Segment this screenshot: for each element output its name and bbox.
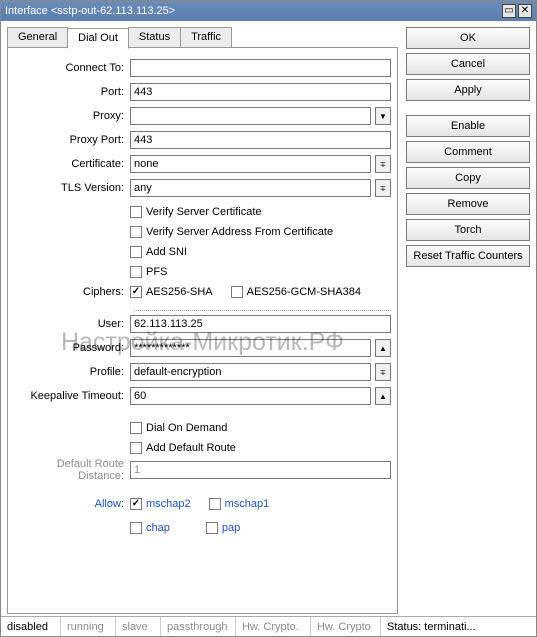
allow-mschap2-checkbox[interactable] bbox=[130, 498, 142, 510]
status-hwcrypto1: Hw. Crypto. bbox=[236, 617, 311, 636]
keepalive-input[interactable] bbox=[130, 387, 371, 405]
proxy-dropdown-icon[interactable]: ▼ bbox=[375, 107, 391, 125]
pfs-checkbox[interactable] bbox=[130, 266, 142, 278]
status-running: running bbox=[61, 617, 116, 636]
add-sni-checkbox[interactable] bbox=[130, 246, 142, 258]
label-user: User: bbox=[14, 318, 130, 330]
add-default-route-checkbox[interactable] bbox=[130, 442, 142, 454]
verify-server-cert-checkbox[interactable] bbox=[130, 206, 142, 218]
window-title: Interface <sstp-out-62.113.113.25> bbox=[5, 5, 500, 17]
tabs: General Dial Out Status Traffic bbox=[7, 27, 398, 48]
status-slave: slave bbox=[116, 617, 161, 636]
label-default-route-distance: Default Route Distance: bbox=[14, 458, 130, 482]
label-certificate: Certificate: bbox=[14, 158, 130, 170]
label-proxy: Proxy: bbox=[14, 110, 130, 122]
status-disabled: disabled bbox=[1, 617, 61, 636]
enable-button[interactable]: Enable bbox=[406, 115, 530, 137]
tab-traffic[interactable]: Traffic bbox=[180, 27, 232, 48]
profile-dropdown-icon[interactable]: ∓ bbox=[375, 363, 391, 381]
proxy-port-input[interactable] bbox=[130, 131, 391, 149]
label-port: Port: bbox=[14, 86, 130, 98]
cipher-aes256-gcm-checkbox[interactable] bbox=[231, 286, 243, 298]
comment-button[interactable]: Comment bbox=[406, 141, 530, 163]
minimize-button[interactable]: ▭ bbox=[502, 4, 516, 18]
proxy-input[interactable] bbox=[130, 107, 371, 125]
tab-dial-out[interactable]: Dial Out bbox=[67, 28, 129, 49]
copy-button[interactable]: Copy bbox=[406, 167, 530, 189]
label-proxy-port: Proxy Port: bbox=[14, 134, 130, 146]
statusbar: disabled running slave passthrough Hw. C… bbox=[1, 616, 536, 636]
label-password: Password: bbox=[14, 342, 130, 354]
allow-mschap1-label: mschap1 bbox=[225, 498, 270, 510]
label-profile: Profile: bbox=[14, 366, 130, 378]
allow-pap-label: pap bbox=[222, 522, 240, 534]
main-area: General Dial Out Status Traffic Настройк… bbox=[1, 21, 536, 616]
verify-server-addr-checkbox[interactable] bbox=[130, 226, 142, 238]
default-route-distance-input[interactable] bbox=[130, 461, 391, 479]
cancel-button[interactable]: Cancel bbox=[406, 53, 530, 75]
torch-button[interactable]: Torch bbox=[406, 219, 530, 241]
allow-chap-label: chap bbox=[146, 522, 170, 534]
left-panel: General Dial Out Status Traffic Настройк… bbox=[7, 27, 398, 614]
ok-button[interactable]: OK bbox=[406, 27, 530, 49]
certificate-dropdown-icon[interactable]: ∓ bbox=[375, 155, 391, 173]
right-buttons: OK Cancel Apply Enable Comment Copy Remo… bbox=[406, 27, 530, 614]
status-right: Status: terminati... bbox=[381, 617, 536, 636]
status-hwcrypto2: Hw. Crypto bbox=[311, 617, 381, 636]
apply-button[interactable]: Apply bbox=[406, 79, 530, 101]
verify-server-addr-label: Verify Server Address From Certificate bbox=[146, 226, 333, 238]
close-button[interactable]: ✕ bbox=[518, 4, 532, 18]
status-passthrough: passthrough bbox=[161, 617, 236, 636]
tab-page: Настройка-Микротик.РФ Connect To: Port: … bbox=[7, 47, 398, 614]
dial-on-demand-checkbox[interactable] bbox=[130, 422, 142, 434]
reset-traffic-button[interactable]: Reset Traffic Counters bbox=[406, 245, 530, 267]
allow-chap-checkbox[interactable] bbox=[130, 522, 142, 534]
tab-status[interactable]: Status bbox=[128, 27, 181, 48]
password-input[interactable] bbox=[130, 339, 371, 357]
certificate-combo[interactable]: none bbox=[130, 155, 371, 173]
label-connect-to: Connect To: bbox=[14, 62, 130, 74]
keepalive-collapse-icon[interactable]: ▲ bbox=[375, 387, 391, 405]
titlebar: Interface <sstp-out-62.113.113.25> ▭ ✕ bbox=[1, 1, 536, 21]
label-keepalive: Keepalive Timeout: bbox=[14, 390, 130, 402]
allow-mschap2-label: mschap2 bbox=[146, 498, 191, 510]
pfs-label: PFS bbox=[146, 266, 167, 278]
cipher-aes256-sha-label: AES256-SHA bbox=[146, 286, 213, 298]
verify-server-cert-label: Verify Server Certificate bbox=[146, 206, 262, 218]
cipher-aes256-gcm-label: AES256-GCM-SHA384 bbox=[247, 286, 361, 298]
tab-general[interactable]: General bbox=[7, 27, 68, 48]
cipher-aes256-sha-checkbox[interactable] bbox=[130, 286, 142, 298]
user-input[interactable] bbox=[130, 315, 391, 333]
port-input[interactable] bbox=[130, 83, 391, 101]
password-collapse-icon[interactable]: ▲ bbox=[375, 339, 391, 357]
content: General Dial Out Status Traffic Настройк… bbox=[1, 21, 536, 636]
label-ciphers: Ciphers: bbox=[14, 286, 130, 298]
label-tls-version: TLS Version: bbox=[14, 182, 130, 194]
add-sni-label: Add SNI bbox=[146, 246, 187, 258]
connect-to-input[interactable] bbox=[130, 59, 391, 77]
tls-version-combo[interactable]: any bbox=[130, 179, 371, 197]
label-allow: Allow: bbox=[14, 498, 130, 510]
profile-combo[interactable]: default-encryption bbox=[130, 363, 371, 381]
allow-pap-checkbox[interactable] bbox=[206, 522, 218, 534]
remove-button[interactable]: Remove bbox=[406, 193, 530, 215]
dial-on-demand-label: Dial On Demand bbox=[146, 422, 227, 434]
add-default-route-label: Add Default Route bbox=[146, 442, 236, 454]
tls-version-dropdown-icon[interactable]: ∓ bbox=[375, 179, 391, 197]
allow-mschap1-checkbox[interactable] bbox=[209, 498, 221, 510]
